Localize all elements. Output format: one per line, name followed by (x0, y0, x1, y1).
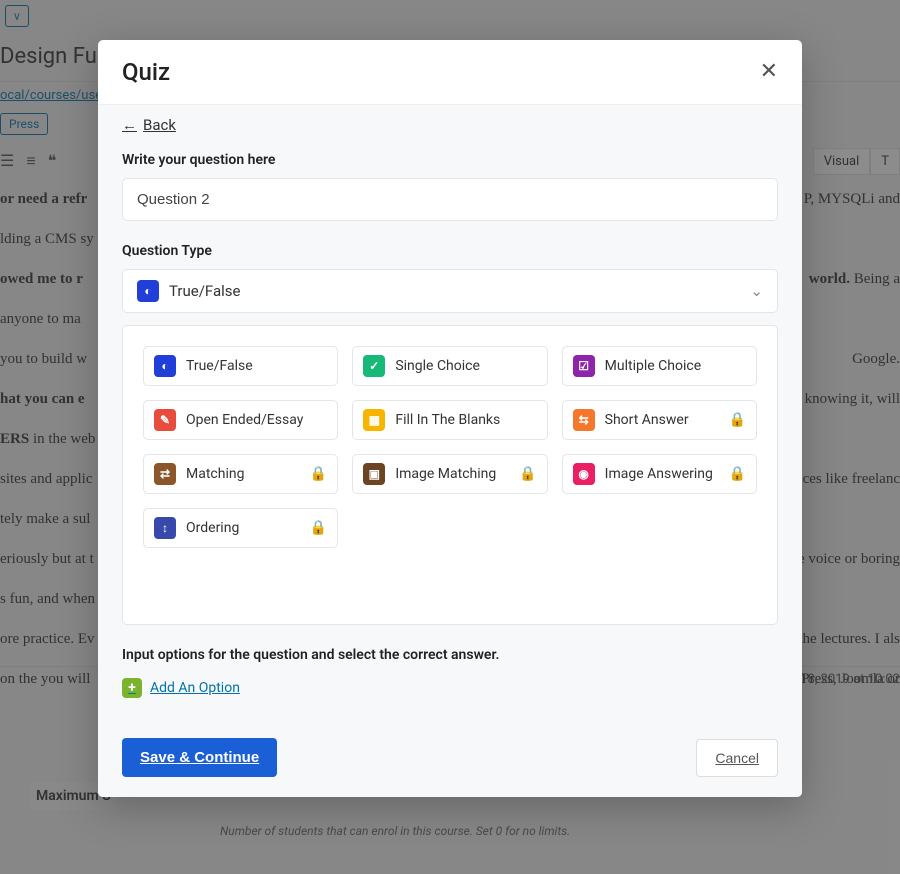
plus-icon: + (122, 678, 142, 698)
type-option-true-false[interactable]: ◐ True/False (143, 346, 338, 386)
lock-icon: 🔒 (310, 466, 327, 482)
question-type-select[interactable]: ◐ True/False ⌄ (122, 269, 778, 313)
add-option-label: Add An Option (150, 680, 240, 696)
add-option-button[interactable]: + Add An Option (122, 678, 240, 698)
quiz-modal: Quiz ✕ ← Back Write your question here Q… (98, 40, 802, 797)
image-answering-icon: ◉ (573, 463, 595, 485)
type-option-label: Single Choice (395, 358, 480, 374)
true-false-icon: ◐ (154, 355, 176, 377)
type-option-label: Image Matching (395, 466, 496, 482)
modal-header: Quiz ✕ (98, 40, 802, 104)
multiple-choice-icon: ☑ (573, 355, 595, 377)
save-continue-button[interactable]: Save & Continue (122, 738, 277, 777)
question-type-label: Question Type (122, 243, 778, 259)
lock-icon: 🔒 (729, 412, 746, 428)
type-option-short-answer[interactable]: ⇆ Short Answer 🔒 (562, 400, 757, 440)
ordering-icon: ↕ (154, 517, 176, 539)
single-choice-icon: ✓ (363, 355, 385, 377)
type-option-label: Ordering (186, 520, 239, 536)
type-option-label: True/False (186, 358, 253, 374)
modal-footer: Save & Continue Cancel (98, 698, 802, 797)
modal-title: Quiz (122, 58, 170, 86)
arrow-left-icon: ← (122, 116, 137, 134)
question-input[interactable] (122, 178, 778, 221)
type-option-label: Multiple Choice (605, 358, 701, 374)
type-option-image-matching[interactable]: ▣ Image Matching 🔒 (352, 454, 547, 494)
question-label: Write your question here (122, 152, 778, 168)
type-option-label: Fill In The Blanks (395, 412, 500, 428)
type-option-open-ended-essay[interactable]: ✎ Open Ended/Essay (143, 400, 338, 440)
type-option-matching[interactable]: ⇄ Matching 🔒 (143, 454, 338, 494)
type-option-label: Image Answering (605, 466, 713, 482)
modal-body: ← Back Write your question here Question… (98, 104, 802, 698)
type-option-multiple-choice[interactable]: ☑ Multiple Choice (562, 346, 757, 386)
options-instruction: Input options for the question and selec… (122, 647, 778, 663)
type-option-single-choice[interactable]: ✓ Single Choice (352, 346, 547, 386)
type-option-ordering[interactable]: ↕ Ordering 🔒 (143, 508, 338, 548)
type-option-label: Short Answer (605, 412, 689, 428)
close-icon[interactable]: ✕ (760, 61, 778, 83)
lock-icon: 🔒 (729, 466, 746, 482)
back-label: Back (143, 116, 176, 134)
back-button[interactable]: ← Back (122, 116, 176, 134)
matching-icon: ⇄ (154, 463, 176, 485)
image-matching-icon: ▣ (363, 463, 385, 485)
short-answer-icon: ⇆ (573, 409, 595, 431)
type-option-fill-in-the-blanks[interactable]: ▦ Fill In The Blanks (352, 400, 547, 440)
type-option-label: Matching (186, 466, 244, 482)
selected-type-label: True/False (169, 282, 240, 300)
true-false-icon: ◐ (137, 280, 159, 302)
fill-in-the-blanks-icon: ▦ (363, 409, 385, 431)
lock-icon: 🔒 (519, 466, 536, 482)
lock-icon: 🔒 (310, 520, 327, 536)
open-ended-essay-icon: ✎ (154, 409, 176, 431)
type-option-image-answering[interactable]: ◉ Image Answering 🔒 (562, 454, 757, 494)
cancel-button[interactable]: Cancel (696, 739, 778, 777)
chevron-down-icon: ⌄ (750, 282, 763, 300)
type-option-label: Open Ended/Essay (186, 412, 303, 428)
question-type-grid: ◐ True/False ✓ Single Choice ☑ Multiple Choic… (122, 325, 778, 625)
